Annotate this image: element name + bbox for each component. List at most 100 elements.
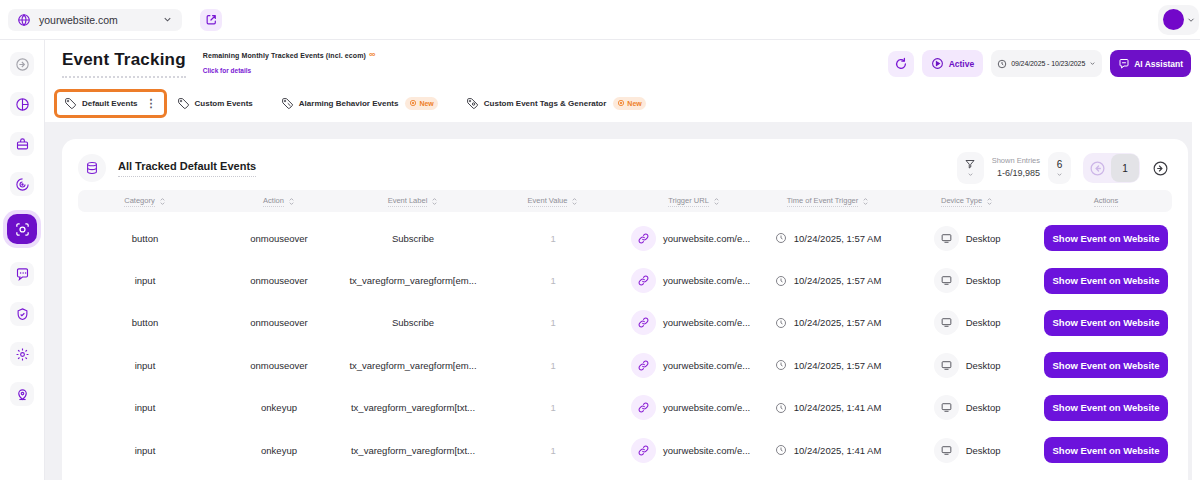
- clock-icon: [775, 275, 787, 287]
- content-area: All Tracked Default Events Shown Entries…: [45, 122, 1200, 480]
- column-header-event-label[interactable]: Event Label: [346, 196, 480, 207]
- sidebar-item-security[interactable]: [10, 302, 34, 326]
- cell-actions: Show Event on Website: [1040, 352, 1172, 378]
- show-event-button[interactable]: Show Event on Website: [1044, 268, 1169, 294]
- clock-icon: [775, 359, 787, 371]
- tag-icon: [64, 97, 77, 110]
- clock-icon: [775, 444, 787, 456]
- new-badge: New: [613, 97, 645, 110]
- sidebar-item-settings[interactable]: [10, 342, 34, 366]
- link-chip[interactable]: [631, 395, 656, 420]
- column-header-device-type[interactable]: Device Type: [894, 196, 1040, 207]
- device-chip: [934, 395, 959, 420]
- current-page[interactable]: 1: [1111, 154, 1139, 182]
- cell-category: input: [78, 445, 212, 456]
- sidebar-item-sessions[interactable]: [10, 172, 34, 196]
- clock-icon: [775, 232, 787, 244]
- tab-alarming-behavior-events[interactable]: Alarming Behavior Events New: [281, 97, 438, 110]
- sort-icon: [862, 197, 869, 206]
- cell-device-type: Desktop: [894, 226, 1040, 251]
- tabs: Default Events ⋮ Custom Events Alarming …: [45, 84, 1200, 122]
- chevron-down-icon: [1056, 171, 1063, 178]
- filter-button[interactable]: [957, 152, 984, 184]
- briefcase-icon: [15, 137, 30, 152]
- refresh-icon: [894, 57, 908, 71]
- link-chip[interactable]: [631, 438, 656, 463]
- tab-menu-dots-icon[interactable]: ⋮: [146, 98, 157, 109]
- next-page-button[interactable]: [1148, 156, 1172, 180]
- chat-bubble-icon: [15, 267, 30, 282]
- cell-device-type: Desktop: [894, 268, 1040, 293]
- tab-custom-events[interactable]: Custom Events: [177, 97, 253, 110]
- monitor-icon: [940, 232, 953, 245]
- panel-toggle-icon: [15, 57, 30, 72]
- monitor-icon: [940, 444, 953, 457]
- prev-page-button[interactable]: [1084, 154, 1110, 182]
- new-badge-label: New: [627, 100, 641, 107]
- sidebar-item-business[interactable]: [10, 132, 34, 156]
- ai-assistant-button[interactable]: AI Assistant: [1110, 50, 1191, 77]
- sidebar-item-analytics[interactable]: [10, 92, 34, 116]
- table-row: input onkeyup tx_varegform_varegform[txt…: [78, 387, 1172, 429]
- external-link-icon: [205, 13, 218, 26]
- monitor-icon: [940, 274, 953, 287]
- sidebar-item-event-tracking[interactable]: [7, 214, 37, 244]
- cell-actions: Show Event on Website: [1040, 395, 1172, 421]
- clock-icon: [775, 402, 787, 414]
- user-menu[interactable]: [1158, 5, 1199, 35]
- link-chip[interactable]: [631, 353, 656, 378]
- show-event-button[interactable]: Show Event on Website: [1044, 352, 1169, 378]
- cell-trigger-url: yourwebsite.com/e...: [626, 310, 762, 335]
- table-body: button onmouseover Subscribe 1 yourwebsi…: [78, 217, 1172, 471]
- column-header-event-value[interactable]: Event Value: [480, 196, 626, 207]
- tag-icon: [177, 97, 190, 110]
- gauge-icon: [15, 177, 30, 192]
- gear-icon: [15, 347, 30, 362]
- globe-icon: [17, 13, 31, 27]
- cell-event-label: tx_varegform_varegform[txt...: [346, 402, 480, 413]
- shown-entries-value: 1-6/19,985: [992, 167, 1040, 180]
- sort-icon: [713, 197, 720, 206]
- tab-default-events[interactable]: Default Events: [64, 97, 138, 110]
- link-chip[interactable]: [631, 226, 656, 251]
- date-range-picker[interactable]: 09/24/2025 - 10/23/2025: [991, 50, 1102, 77]
- show-event-button[interactable]: Show Event on Website: [1044, 225, 1169, 251]
- date-range-value: 09/24/2025 - 10/23/2025: [1011, 60, 1085, 67]
- column-header-trigger-url[interactable]: Trigger URL: [626, 196, 762, 207]
- tracking-status-label: Active: [949, 59, 975, 69]
- sidebar-collapse-button[interactable]: [10, 52, 34, 76]
- link-chip[interactable]: [631, 310, 656, 335]
- open-website-button[interactable]: [200, 9, 222, 31]
- refresh-button[interactable]: [888, 51, 914, 77]
- sidebar-item-location[interactable]: [10, 382, 34, 406]
- focus-target-icon: [14, 221, 31, 238]
- column-header-category[interactable]: Category: [78, 196, 212, 207]
- cell-category: input: [78, 360, 212, 371]
- new-badge-icon: [617, 99, 625, 107]
- tracking-status-button[interactable]: Active: [922, 50, 984, 77]
- pie-chart-icon: [15, 97, 30, 112]
- show-event-button[interactable]: Show Event on Website: [1044, 310, 1169, 336]
- cell-action: onkeyup: [212, 402, 346, 413]
- cell-device-type: Desktop: [894, 353, 1040, 378]
- cell-time: 10/24/2025, 1:57 AM: [762, 232, 894, 244]
- cell-trigger-url: yourwebsite.com/e...: [626, 438, 762, 463]
- link-chip[interactable]: [631, 268, 656, 293]
- database-chip: [78, 154, 106, 182]
- new-badge: New: [405, 97, 437, 110]
- column-header-time[interactable]: Time of Event Trigger: [762, 196, 894, 207]
- show-event-button[interactable]: Show Event on Website: [1044, 437, 1169, 463]
- website-name: yourwebsite.com: [39, 14, 154, 26]
- website-selector[interactable]: yourwebsite.com: [8, 9, 182, 31]
- show-event-button[interactable]: Show Event on Website: [1044, 395, 1169, 421]
- page-size-select[interactable]: 6: [1048, 152, 1071, 184]
- tab-custom-event-tags[interactable]: Custom Event Tags & Generator New: [466, 97, 646, 110]
- infinity-symbol: ∞: [369, 50, 375, 59]
- cell-action: onkeyup: [212, 445, 346, 456]
- details-link[interactable]: Click for details: [203, 67, 251, 74]
- monitor-icon: [940, 359, 953, 372]
- sidebar-item-feedback[interactable]: [10, 262, 34, 286]
- ai-assistant-label: AI Assistant: [1134, 59, 1183, 69]
- chevron-down-icon: [162, 14, 173, 25]
- column-header-action[interactable]: Action: [212, 196, 346, 207]
